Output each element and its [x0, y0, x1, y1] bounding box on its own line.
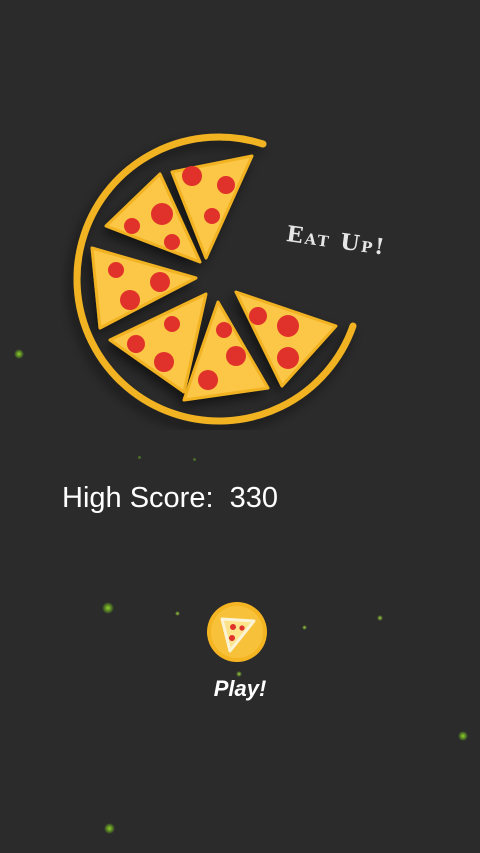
sparkle-dot	[458, 731, 468, 741]
sparkle-dot	[104, 823, 115, 834]
game-logo: Eat Up!	[60, 130, 440, 430]
pizza-logo-icon	[73, 133, 357, 425]
sparkle-dot	[102, 602, 114, 614]
high-score-label: High Score:	[62, 482, 214, 514]
high-score-display: High Score: 330	[62, 482, 278, 515]
play-button[interactable]	[206, 601, 268, 663]
high-score-value: 330	[229, 482, 279, 514]
sparkle-dot	[175, 611, 180, 616]
sparkle-dot	[302, 625, 307, 630]
play-label[interactable]: Play!	[190, 676, 290, 702]
sparkle-dot	[138, 456, 141, 459]
sparkle-dot	[14, 349, 24, 359]
game-title-screen: Eat Up! High Score: 330 Play!	[0, 0, 480, 853]
sparkle-dot	[193, 458, 196, 461]
sparkle-dot	[377, 615, 383, 621]
pizza-slice-icon	[207, 602, 267, 662]
